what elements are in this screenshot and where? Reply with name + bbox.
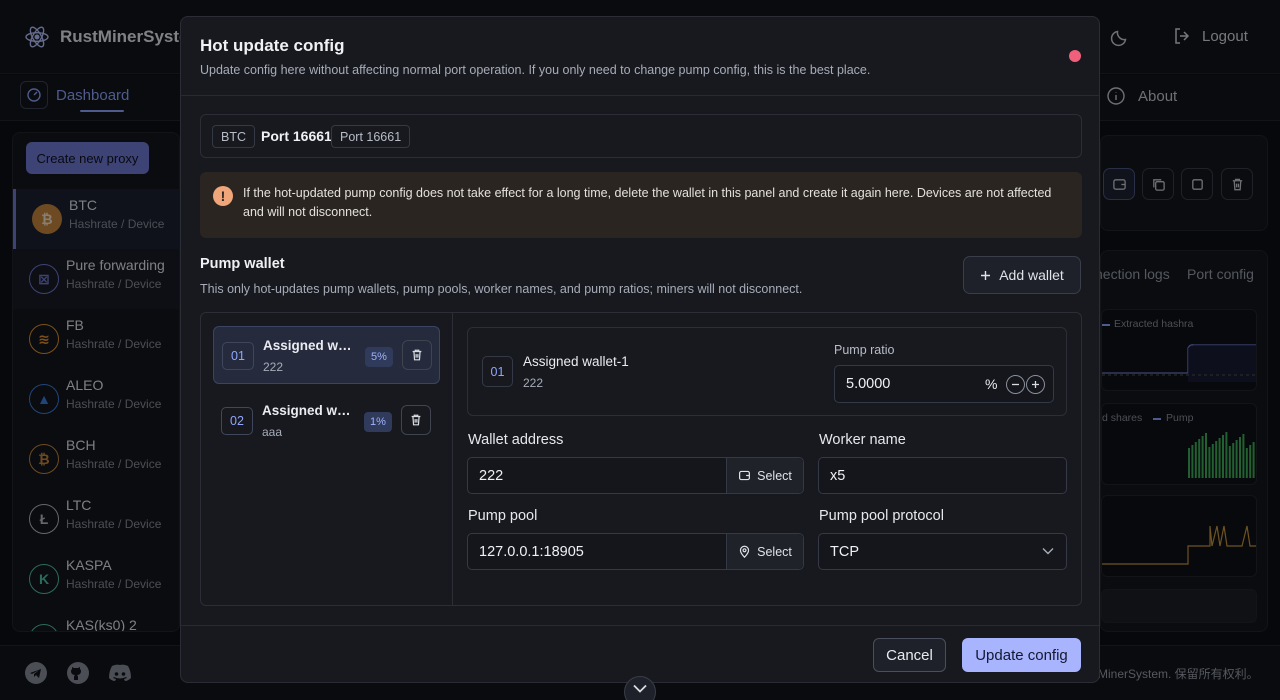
dialog-title: Hot update config [200, 36, 345, 55]
wallet-list-item[interactable]: 01 Assigned wallet-1 222 5% [213, 326, 440, 384]
exclamation-icon: ! [213, 186, 233, 206]
chevron-down-icon [633, 684, 647, 694]
wallet-list: 01 Assigned wallet-1 222 5% 02 Assigned … [201, 313, 453, 605]
select-label: Select [757, 544, 792, 559]
update-config-button[interactable]: Update config [962, 638, 1081, 672]
scroll-down-button[interactable] [624, 676, 656, 700]
wallet-number: 01 [482, 356, 513, 387]
wallet-address-input[interactable]: 222 Select [467, 457, 804, 494]
hot-update-config-dialog: Hot update config Update config here wit… [180, 16, 1100, 683]
dialog-header: Hot update config Update config here wit… [181, 17, 1099, 96]
select-wallet-button[interactable]: Select [726, 458, 803, 493]
wallet-ratio-badge: 1% [364, 412, 392, 432]
wallet-editor: 01 Assigned wallet-1 222 5% 02 Assigned … [200, 312, 1082, 606]
pump-pool-protocol-label: Pump pool protocol [819, 508, 944, 524]
port-tag-bar: BTC Port 16661 Port 16661 [200, 114, 1082, 158]
select-label: Select [757, 468, 792, 483]
add-wallet-button[interactable]: Add wallet [963, 256, 1081, 294]
select-pool-button[interactable]: Select [726, 534, 803, 569]
wallet-name: Assigned wallet-1 [523, 354, 629, 369]
wallet-list-item[interactable]: 02 Assigned wallet-2 aaa 1% [213, 392, 440, 450]
wallet-number: 02 [221, 407, 253, 435]
close-dot-button[interactable] [1069, 50, 1081, 62]
wallet-number: 01 [222, 342, 254, 370]
wallet-address-value: 222 [479, 468, 504, 484]
minus-icon [1011, 380, 1020, 389]
wallet-detail-card: 01 Assigned wallet-1 222 Pump ratio 5.00… [467, 327, 1067, 416]
pump-wallet-subtitle: This only hot-updates pump wallets, pump… [200, 282, 803, 296]
wallet-icon [738, 469, 751, 482]
wallet-value: aaa [262, 425, 283, 439]
pump-pool-value: 127.0.0.1:18905 [479, 544, 584, 560]
pump-pool-input[interactable]: 127.0.0.1:18905 Select [467, 533, 804, 570]
port-title: Port 16661 [261, 128, 332, 144]
dialog-subtitle: Update config here without affecting nor… [200, 63, 871, 77]
trash-icon [410, 348, 424, 362]
warning-text: If the hot-updated pump config does not … [243, 186, 1052, 219]
cancel-button[interactable]: Cancel [873, 638, 946, 672]
pump-ratio-stepper[interactable]: 5.0000 % [834, 365, 1054, 403]
wallet-ratio-badge: 5% [365, 347, 393, 367]
pump-ratio-label: Pump ratio [834, 343, 895, 357]
port-tag: Port 16661 [331, 125, 411, 148]
warning-alert: ! If the hot-updated pump config does no… [200, 172, 1082, 238]
wallet-name: Assigned wallet-1 [263, 338, 358, 353]
pump-pool-label: Pump pool [468, 508, 538, 524]
pump-ratio-value: 5.0000 [846, 376, 891, 392]
increment-button[interactable] [1026, 375, 1045, 394]
wallet-name: Assigned wallet-2 [262, 403, 357, 418]
plus-icon [1031, 380, 1040, 389]
chevron-down-icon [1042, 547, 1054, 555]
decrement-button[interactable] [1006, 375, 1025, 394]
pump-pool-protocol-select[interactable]: TCP [818, 533, 1067, 570]
wallet-address-label: Wallet address [468, 432, 564, 448]
dialog-footer: Cancel Update config [181, 625, 1099, 682]
wallet-value: 222 [523, 376, 544, 390]
delete-wallet-button[interactable] [401, 405, 431, 435]
plus-icon [980, 270, 991, 281]
worker-name-value: x5 [830, 468, 846, 484]
location-pin-icon [738, 545, 751, 558]
pump-wallet-title: Pump wallet [200, 256, 285, 272]
percent-unit: % [985, 376, 998, 392]
worker-name-label: Worker name [819, 432, 906, 448]
protocol-value: TCP [830, 544, 859, 560]
coin-tag: BTC [212, 125, 255, 148]
wallet-value: 222 [263, 360, 284, 374]
add-wallet-label: Add wallet [999, 267, 1064, 283]
delete-wallet-button[interactable] [402, 340, 432, 370]
trash-icon [409, 413, 423, 427]
worker-name-input[interactable]: x5 [818, 457, 1067, 494]
